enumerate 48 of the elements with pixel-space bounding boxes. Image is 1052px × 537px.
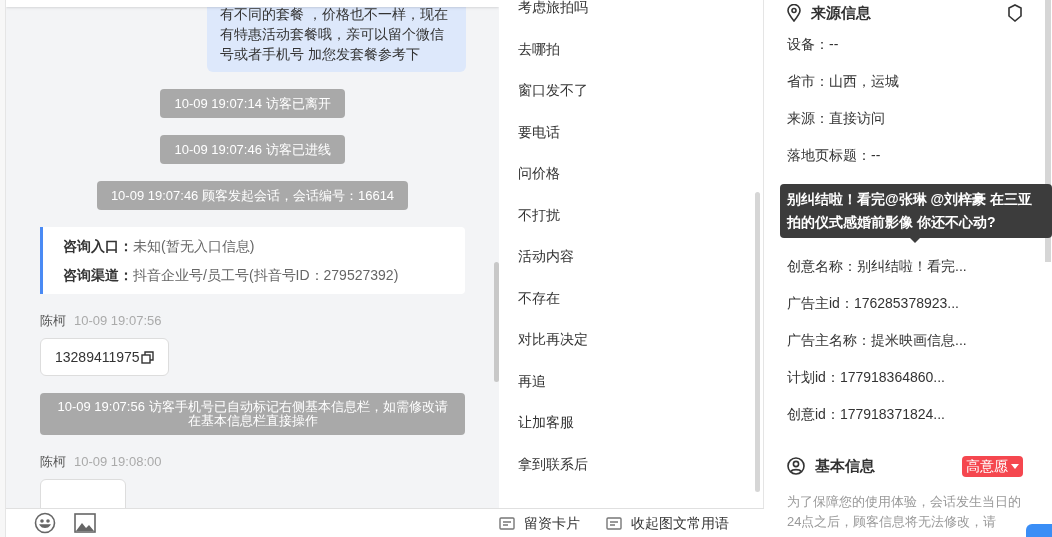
- message-time: 10-09 19:07:56: [74, 312, 162, 330]
- source-field: 省市：山西，运城: [787, 63, 1038, 100]
- system-message: 10-09 19:07:46 访客已进线: [160, 135, 345, 164]
- tooltip-arrow: [910, 238, 920, 243]
- system-message: 10-09 19:07:14 访客已离开: [160, 89, 345, 118]
- location-icon: [787, 4, 801, 22]
- source-field: 设备：--: [787, 26, 1038, 63]
- intent-dropdown[interactable]: 高意愿: [962, 455, 1023, 477]
- message-time: 10-09 19:08:00: [74, 453, 162, 471]
- quick-reply-item[interactable]: 要电话: [518, 111, 763, 153]
- source-field: 来源：直接访问: [787, 100, 1038, 137]
- source-field: 落地页标题：--: [787, 137, 1038, 174]
- caret-icon: [1011, 463, 1019, 469]
- system-message: 10-09 19:07:46 顾客发起会话，会话编号：16614: [96, 181, 409, 210]
- user-icon: [787, 457, 805, 476]
- info-row-text: 咨询入口：未知(暂无入口信息): [63, 237, 256, 256]
- quick-reply-item[interactable]: 拿到联系后: [518, 443, 763, 485]
- quick-reply-item[interactable]: 对比再决定: [518, 319, 763, 361]
- source-field: 计划id：177918364860...: [787, 359, 1038, 396]
- quick-reply-item[interactable]: 去哪拍: [518, 28, 763, 70]
- quick-reply-item[interactable]: 问价格: [518, 153, 763, 195]
- source-field: 创意id：177918371824...: [787, 396, 1038, 433]
- quick-reply-item[interactable]: 考虑旅拍吗: [518, 0, 763, 29]
- source-field: 广告主名称：提米映画信息...: [787, 322, 1038, 359]
- sender-name: 陈柯: [40, 312, 66, 330]
- quick-reply-item[interactable]: 不存在: [518, 277, 763, 319]
- message-card: 13289411975: [40, 338, 169, 376]
- document-icon: [499, 516, 515, 530]
- quick-reply-item[interactable]: 不打扰: [518, 194, 763, 236]
- emoji-icon[interactable]: [34, 512, 56, 534]
- section-title: 来源信息: [811, 2, 872, 23]
- quick-reply-item[interactable]: 再追: [518, 360, 763, 402]
- section-title: 基本信息: [815, 456, 876, 476]
- source-field: 创意名称：别纠结啦！看完...: [787, 248, 1038, 285]
- quick-reply-item[interactable]: 活动内容: [518, 236, 763, 278]
- image-icon[interactable]: [74, 513, 96, 533]
- source-field: 广告主id：176285378923...: [787, 285, 1038, 322]
- notice-text: 为了保障您的使用体验，会话发生当日的24点之后，顾客信息将无法修改，请: [787, 492, 1022, 531]
- info-row-text: 咨询渠道：抖音企业号/员工号(抖音号ID：279527392): [63, 266, 400, 285]
- document-icon: [606, 516, 622, 530]
- copy-icon[interactable]: [140, 350, 154, 364]
- system-notice: 10-09 19:07:56 访客手机号已自动标记右侧基本信息栏，如需修改请在基本信息栏直接操作: [40, 393, 465, 435]
- quick-reply-item[interactable]: 窗口发不了: [518, 70, 763, 112]
- sender-name: 陈柯: [40, 453, 66, 471]
- badge-icon[interactable]: [1007, 4, 1023, 22]
- toolbar-button[interactable]: 收起图文常用语: [606, 512, 729, 534]
- toolbar-button[interactable]: 留资卡片: [499, 512, 580, 534]
- quick-reply-item[interactable]: 让加客服: [518, 402, 763, 444]
